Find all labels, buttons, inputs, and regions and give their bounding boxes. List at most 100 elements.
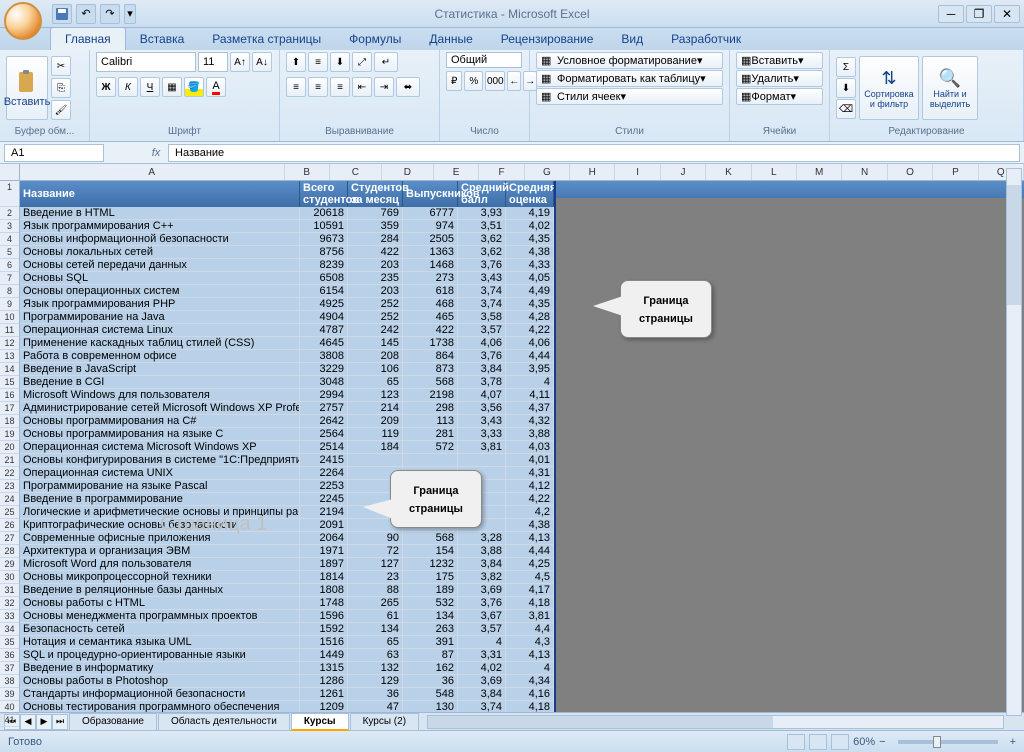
table-cell[interactable]: 4645 [300,337,348,350]
table-cell[interactable]: 4,12 [506,480,554,493]
table-cell[interactable]: 4,02 [506,220,554,233]
percent-button[interactable]: % [464,71,483,91]
table-cell[interactable]: 3,31 [458,649,506,662]
row-header-28[interactable]: 28 [0,545,19,558]
table-cell[interactable]: 4,44 [506,350,554,363]
table-cell[interactable] [348,454,403,467]
table-cell[interactable]: 3,84 [458,688,506,701]
tab-last-button[interactable]: ⏭ [52,714,68,730]
cut-button[interactable]: ✂ [51,56,71,76]
table-cell[interactable]: 119 [348,428,403,441]
table-cell[interactable]: Введение в CGI [20,376,300,389]
table-cell[interactable]: 4,02 [458,662,506,675]
table-cell[interactable]: 2064 [300,532,348,545]
table-cell[interactable]: 2505 [403,233,458,246]
row-header-33[interactable]: 33 [0,610,19,623]
tab-prev-button[interactable]: ◀ [20,714,36,730]
table-cell[interactable]: Основы операционных систем [20,285,300,298]
delete-cells-button[interactable]: ▦ Удалить ▾ [736,70,823,87]
table-cell[interactable]: 1286 [300,675,348,688]
orientation-button[interactable]: ⤢ [352,52,372,72]
table-cell[interactable]: 4 [506,662,554,675]
clear-button[interactable]: ⌫ [836,99,856,119]
row-header-37[interactable]: 37 [0,662,19,675]
table-cell[interactable]: 3,74 [458,701,506,712]
table-cell[interactable]: 203 [348,259,403,272]
table-cell[interactable]: 4,03 [506,441,554,454]
table-cell[interactable]: 4,28 [506,311,554,324]
column-header-F[interactable]: F [479,164,524,180]
table-cell[interactable]: SQL и процедурно-ориентированные языки [20,649,300,662]
table-cell[interactable]: 235 [348,272,403,285]
table-cell[interactable]: 1232 [403,558,458,571]
bold-button[interactable]: Ж [96,77,116,97]
sheet-tab-2[interactable]: Курсы [291,713,349,731]
table-cell[interactable]: 184 [348,441,403,454]
format-cells-button[interactable]: ▦ Формат ▾ [736,88,823,105]
table-cell[interactable]: 4,22 [506,493,554,506]
table-cell[interactable]: 4,4 [506,623,554,636]
row-header-12[interactable]: 12 [0,337,19,350]
table-cell[interactable]: 1897 [300,558,348,571]
row-header-35[interactable]: 35 [0,636,19,649]
table-cell[interactable]: Основы менеджмента программных проектов [20,610,300,623]
table-cell[interactable]: Администрирование сетей Microsoft Window… [20,402,300,415]
table-cell[interactable]: 3,76 [458,259,506,272]
table-cell[interactable]: 3,74 [458,298,506,311]
table-cell[interactable]: 4,11 [506,389,554,402]
table-cell[interactable]: 1596 [300,610,348,623]
table-cell[interactable]: 4,22 [506,324,554,337]
table-cell[interactable]: 134 [348,623,403,636]
table-cell[interactable]: 3,62 [458,233,506,246]
table-cell[interactable]: 4,33 [506,259,554,272]
ribbon-tab-3[interactable]: Формулы [335,28,415,50]
table-header-cell[interactable]: Название [20,181,300,207]
table-cell[interactable]: Основы конфигурирования в системе "1С:Пр… [20,454,300,467]
table-cell[interactable]: 3,56 [458,402,506,415]
table-cell[interactable]: 3,51 [458,220,506,233]
table-cell[interactable]: 10591 [300,220,348,233]
table-cell[interactable]: 3,76 [458,597,506,610]
paste-button[interactable]: Вставить [6,56,48,120]
table-cell[interactable]: 4,49 [506,285,554,298]
table-cell[interactable]: Программирование на языке Pascal [20,480,300,493]
row-header-2[interactable]: 2 [0,207,19,220]
fill-color-button[interactable]: 🪣 [184,77,204,97]
table-cell[interactable]: 4,16 [506,688,554,701]
table-cell[interactable]: 63 [348,649,403,662]
table-cell[interactable]: 3,95 [506,363,554,376]
table-cell[interactable]: 1315 [300,662,348,675]
column-header-B[interactable]: B [285,164,330,180]
ribbon-tab-1[interactable]: Вставка [126,28,199,50]
align-top-button[interactable]: ⬆ [286,52,306,72]
row-header-5[interactable]: 5 [0,246,19,259]
table-cell[interactable]: 61 [348,610,403,623]
table-cell[interactable]: 284 [348,233,403,246]
table-cell[interactable]: Применение каскадных таблиц стилей (CSS) [20,337,300,350]
table-cell[interactable]: 4,38 [506,519,554,532]
table-cell[interactable]: Современные офисные приложения [20,532,300,545]
table-cell[interactable]: 1592 [300,623,348,636]
table-cell[interactable]: 175 [403,571,458,584]
align-left-button[interactable]: ≡ [286,77,306,97]
table-cell[interactable]: 3,58 [458,311,506,324]
row-header-14[interactable]: 14 [0,363,19,376]
row-header-38[interactable]: 38 [0,675,19,688]
table-header-cell[interactable]: Студентов за месяц [348,181,403,207]
table-cell[interactable]: Безопасность сетей [20,623,300,636]
table-cell[interactable]: 1738 [403,337,458,350]
table-cell[interactable]: 1748 [300,597,348,610]
zoom-slider[interactable] [898,740,998,744]
name-box[interactable] [4,144,104,162]
table-cell[interactable]: 974 [403,220,458,233]
zoom-out-button[interactable]: − [879,736,885,748]
table-cell[interactable]: Введение в JavaScript [20,363,300,376]
row-header-17[interactable]: 17 [0,402,19,415]
table-cell[interactable]: Введение в программирование [20,493,300,506]
normal-view-button[interactable] [787,734,805,750]
increase-decimal-button[interactable]: ← [507,71,521,91]
row-header-19[interactable]: 19 [0,428,19,441]
sort-filter-button[interactable]: ⇅ Сортировка и фильтр [859,56,919,120]
table-cell[interactable]: 6777 [403,207,458,220]
table-cell[interactable]: 203 [348,285,403,298]
